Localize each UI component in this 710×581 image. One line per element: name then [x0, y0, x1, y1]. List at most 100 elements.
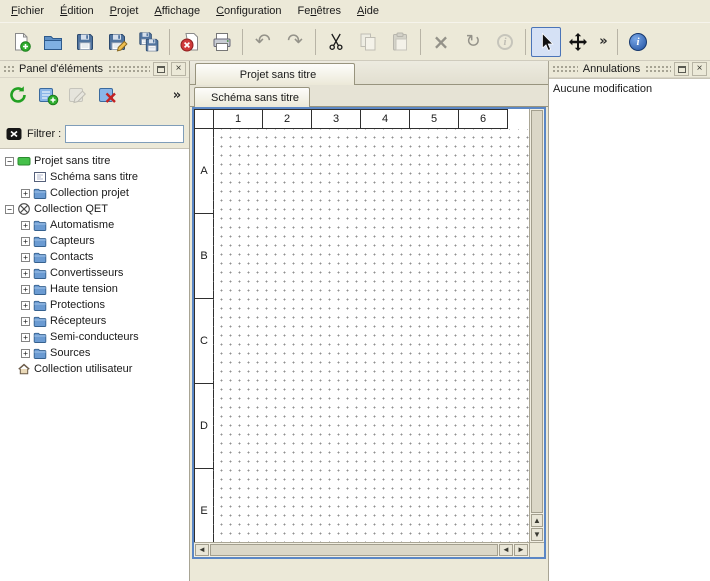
project-tab-bar: Projet sans titre	[190, 61, 548, 85]
menu-configuration[interactable]: Configuration	[208, 1, 289, 21]
pan-mode-button[interactable]	[563, 27, 593, 57]
elements-panel-toolbar: »	[0, 78, 189, 112]
scrollbar-corner	[529, 542, 544, 557]
expander-plus-icon[interactable]: +	[21, 349, 30, 358]
scroll-down-button[interactable]: ▼	[531, 528, 543, 541]
expander-plus-icon[interactable]: +	[21, 237, 30, 246]
vertical-scrollbar[interactable]: ▲ ▼	[529, 109, 544, 542]
scroll-left-button-2[interactable]: ◄	[499, 544, 513, 556]
element-new-icon	[37, 84, 59, 106]
qet-icon	[17, 202, 31, 216]
scroll-up-button[interactable]: ▲	[531, 514, 543, 527]
expander-plus-icon[interactable]: +	[21, 221, 30, 230]
copy-icon	[357, 31, 379, 53]
horizontal-scrollbar[interactable]: ◄ ◄ ►	[194, 542, 529, 557]
paste-icon	[389, 31, 411, 53]
save-as-button[interactable]	[102, 27, 132, 57]
menu-aide[interactable]: Aide	[349, 1, 387, 21]
filter-row: Filtrer :	[5, 125, 184, 143]
drag-grip[interactable]	[108, 65, 150, 74]
new-file-button[interactable]	[6, 27, 36, 57]
clear-filter-button[interactable]	[5, 125, 23, 143]
expander-plus-icon[interactable]: +	[21, 269, 30, 278]
vscroll-thumb[interactable]	[531, 110, 543, 513]
header-corner-cell	[194, 109, 214, 129]
drag-grip[interactable]	[552, 65, 578, 74]
close-file-button[interactable]	[175, 27, 205, 57]
expander-plus-icon[interactable]: +	[21, 301, 30, 310]
drag-grip[interactable]	[3, 65, 14, 74]
cursor-icon	[535, 31, 557, 53]
tree-item-haute-tension[interactable]: + Haute tension	[0, 281, 189, 297]
tab-project[interactable]: Projet sans titre	[195, 63, 355, 85]
rotate-button: ↻	[458, 27, 488, 57]
undo-panel-titlebar[interactable]: Annulations ×	[549, 61, 710, 78]
new-file-icon	[10, 31, 32, 53]
save-all-icon	[138, 31, 160, 53]
scroll-left-button[interactable]: ◄	[195, 544, 209, 556]
cut-button[interactable]	[321, 27, 351, 57]
close-undo-panel-button[interactable]: ×	[692, 62, 707, 76]
tree-item-label: Capteurs	[50, 235, 95, 247]
toolbar-separator	[169, 29, 170, 55]
toolbar-separator	[525, 29, 526, 55]
tree-item-semi-conducteurs[interactable]: +Semi-conducteurs	[0, 329, 189, 345]
column-header-3: 3	[311, 109, 361, 129]
float-undo-panel-button[interactable]	[674, 62, 689, 76]
filter-input[interactable]	[65, 125, 184, 143]
about-button[interactable]: i	[623, 27, 653, 57]
select-mode-button[interactable]	[531, 27, 561, 57]
menu-affichage[interactable]: Affichage	[146, 1, 208, 21]
print-button[interactable]	[207, 27, 237, 57]
expander-plus-icon[interactable]: +	[21, 317, 30, 326]
info-blue-icon: i	[629, 33, 647, 51]
expander-plus-icon[interactable]: +	[21, 189, 30, 198]
tab-diagram[interactable]: Schéma sans titre	[194, 87, 310, 107]
float-panel-button[interactable]	[153, 62, 168, 76]
folder-icon	[33, 250, 47, 264]
expander-plus-icon[interactable]: +	[21, 333, 30, 342]
tree-item-projet-sans-titre[interactable]: −Projet sans titre	[0, 153, 189, 169]
cut-icon	[325, 31, 347, 53]
save-all-button[interactable]	[134, 27, 164, 57]
folder-icon	[33, 346, 47, 360]
open-file-button[interactable]	[38, 27, 68, 57]
expander-plus-icon[interactable]: +	[21, 285, 30, 294]
expander-minus-icon[interactable]: −	[5, 157, 14, 166]
menu-projet[interactable]: Projet	[102, 1, 147, 21]
tree-item-collection-utilisateur[interactable]: Collection utilisateur	[0, 361, 189, 377]
folder-icon	[33, 234, 47, 248]
tree-item-contacts[interactable]: +Contacts	[0, 249, 189, 265]
tree-item-recepteurs[interactable]: + Récepteurs	[0, 313, 189, 329]
drag-grip[interactable]	[645, 65, 671, 74]
tree-item-convertisseurs[interactable]: +Convertisseurs	[0, 265, 189, 281]
toolbar-overflow-button[interactable]: »	[595, 27, 612, 57]
close-panel-button[interactable]: ×	[171, 62, 186, 76]
expander-minus-icon[interactable]: −	[5, 205, 14, 214]
tree-item-collection-qet[interactable]: −Collection QET	[0, 201, 189, 217]
diagram-canvas[interactable]	[213, 129, 529, 542]
delete-element-button[interactable]	[94, 81, 122, 109]
redo-icon: ↷	[287, 32, 303, 51]
tree-item-capteurs[interactable]: + Capteurs	[0, 233, 189, 249]
tree-item-sources[interactable]: +Sources	[0, 345, 189, 361]
expander-plus-icon[interactable]: +	[21, 253, 30, 262]
menu-fenetres[interactable]: Fenêtres	[290, 1, 349, 21]
tree-item-label: Récepteurs	[50, 315, 106, 327]
column-header-2: 2	[262, 109, 312, 129]
menu-fichier[interactable]: Fichier	[3, 1, 52, 21]
tree-item-collection-projet[interactable]: +Collection projet	[0, 185, 189, 201]
tree-item-schema-sans-titre[interactable]: Schéma sans titre	[0, 169, 189, 185]
reload-collections-button[interactable]	[4, 81, 32, 109]
tree-item-automatisme[interactable]: +Automatisme	[0, 217, 189, 233]
new-element-button[interactable]	[34, 81, 62, 109]
hscroll-thumb[interactable]	[210, 544, 498, 556]
tree-item-protections[interactable]: +Protections	[0, 297, 189, 313]
tree-item-label: Haute tension	[50, 283, 118, 295]
elements-panel-titlebar[interactable]: Panel d'éléments ×	[0, 61, 189, 78]
menu-edition[interactable]: Édition	[52, 1, 102, 21]
save-button[interactable]	[70, 27, 100, 57]
panel-overflow-button[interactable]: »	[169, 81, 185, 109]
undo-list[interactable]: Aucune modification	[549, 78, 710, 581]
scroll-right-button[interactable]: ►	[514, 544, 528, 556]
